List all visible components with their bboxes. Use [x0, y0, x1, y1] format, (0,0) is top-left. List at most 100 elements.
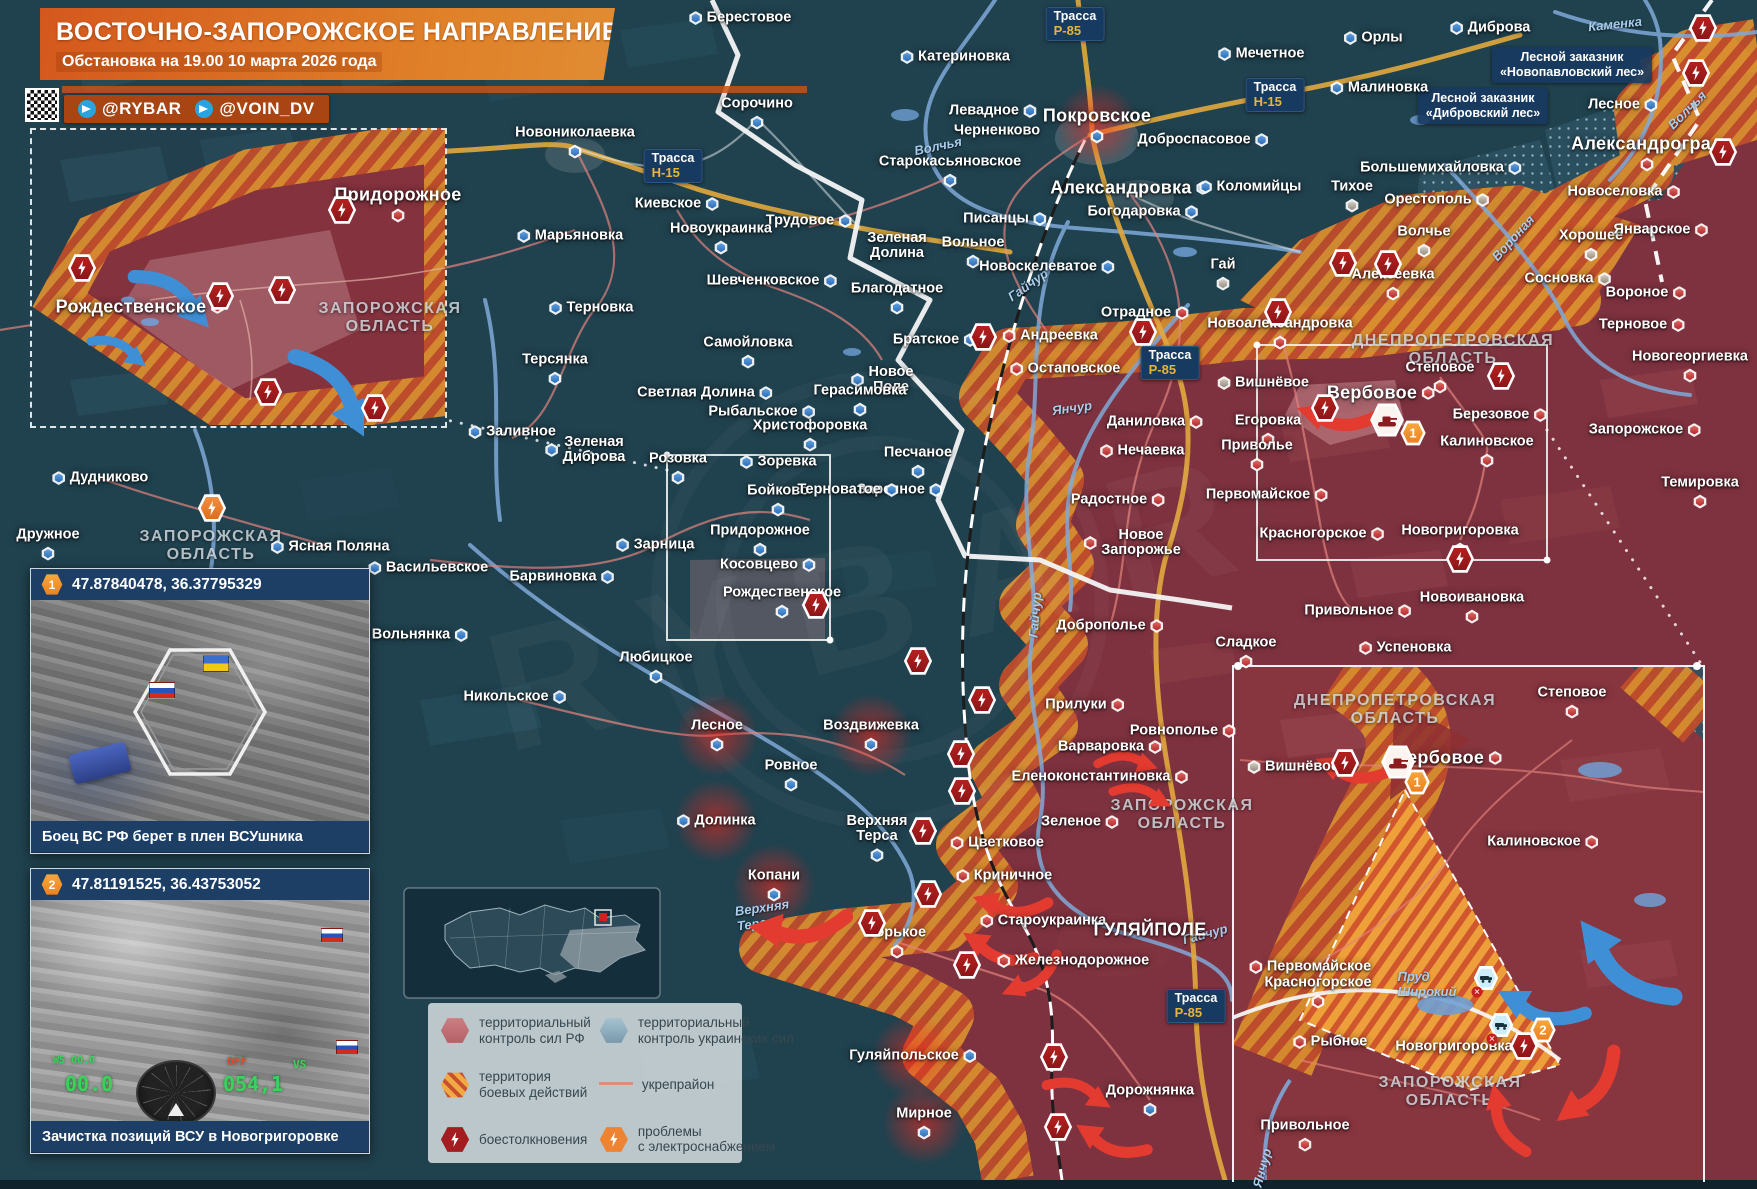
video-reference-badge: 1 [1400, 420, 1427, 447]
legend-label: территориальный контроль сил РФ [479, 1015, 591, 1046]
town-name: Успеновка [1377, 640, 1452, 655]
town-marker [1644, 98, 1658, 112]
town-marker [1148, 740, 1162, 754]
town-name: Привольное [1304, 603, 1393, 618]
battle-clash-icon [1688, 13, 1718, 43]
town-label: Первомайское [1206, 487, 1328, 502]
town-label: Катериновка [900, 49, 1010, 64]
town-marker [759, 386, 773, 400]
tank-hex [1372, 405, 1402, 435]
legend-item: укрепрайон [599, 1069, 794, 1100]
telegram-channel[interactable]: @VOIN_DV [195, 99, 314, 119]
battle-hex [916, 882, 940, 906]
tank-glyph [1387, 755, 1409, 770]
video-panel-2-badge: 2 [41, 874, 63, 896]
town-marker [1255, 133, 1269, 147]
town-label: Новое Запорожье [1083, 528, 1181, 558]
arrow-glyph [283, 330, 387, 455]
battle-clash-icon [67, 253, 97, 283]
lightning-icon [867, 916, 877, 931]
highway-badge: ТрассаР-85 [1167, 989, 1226, 1023]
battle-hex [949, 742, 973, 766]
town-label: Терноватое [797, 482, 898, 497]
town-marker [1585, 835, 1599, 849]
town-label: Новоивановка [1420, 590, 1524, 623]
town-label: Христофоровка [753, 418, 868, 451]
town-name: Покровское [1043, 107, 1151, 126]
legend-label: территориальный контроль украинских сил [638, 1015, 794, 1046]
power-outage-icon [197, 493, 227, 523]
town-name: Приволье [1221, 438, 1293, 453]
town-label: Богодаровка [1087, 204, 1198, 219]
lightning-icon [1691, 66, 1701, 81]
town-name: Криничное [974, 868, 1052, 883]
video-panel-2-coordinates: 47.81191525, 36.43753052 [72, 876, 261, 894]
town-marker [454, 628, 468, 642]
lightning-icon [1455, 552, 1465, 567]
town-name: Зоревка [757, 454, 816, 469]
town-label: Остаповское [1010, 361, 1121, 376]
town-marker [689, 11, 703, 25]
town-label: Вишнёвое [1247, 759, 1339, 774]
town-marker [568, 145, 582, 159]
town-marker [1314, 488, 1328, 502]
lightning-icon [1519, 1039, 1529, 1054]
town-marker [1371, 527, 1385, 541]
town-label: Гуляйпольское [849, 1048, 977, 1063]
lightning-icon [337, 203, 347, 218]
map-legend: территориальный контроль сил РФтерритори… [428, 1003, 742, 1163]
town-label: Калиновское [1440, 434, 1533, 467]
town-marker [714, 241, 728, 255]
town-marker [853, 403, 867, 417]
town-label: Верхняя Терса [847, 814, 908, 862]
town-name: Вольное [942, 235, 1005, 250]
town-name: Калиновское [1487, 834, 1580, 849]
legend-label: боестолкновения [479, 1132, 587, 1148]
town-name: Вольнянка [372, 627, 450, 642]
telegram-channel[interactable]: @RYBAR [78, 99, 181, 119]
town-marker [900, 50, 914, 64]
town-marker [549, 301, 563, 315]
town-name: Новогеоргиевка [1632, 349, 1748, 364]
town-marker [1239, 655, 1253, 669]
town-name: Песчаное [884, 445, 952, 460]
town-label: Привольное [1304, 603, 1411, 618]
video-panel-2: 2 47.81191525, 36.43753052 WS 00.0 00.0 … [30, 868, 370, 1154]
town-name: Ясная Поляна [288, 539, 389, 554]
battle-hex [1512, 1034, 1536, 1058]
legend-swatch-rf [440, 1017, 470, 1044]
battle-hex [1684, 61, 1708, 85]
town-label: Новоскелеватое [979, 259, 1115, 274]
destroyed-marker: ✕ [1472, 987, 1483, 998]
town-marker [1083, 536, 1097, 550]
town-name: Новоукраинка [670, 221, 772, 236]
legend-item: территориальный контроль украинских сил [599, 1015, 794, 1046]
town-marker [1666, 185, 1680, 199]
river-label: Пруд Широкий [1397, 969, 1456, 999]
river-label: Янчур [1051, 398, 1093, 418]
lightning-icon [370, 401, 380, 416]
town-label: Любицкое [619, 650, 692, 683]
town-label: Вороное [1606, 285, 1687, 300]
battle-hex [1042, 1045, 1066, 1069]
town-name: Терновое [1599, 317, 1667, 332]
town-name: Рыбное [1311, 1034, 1368, 1049]
town-marker [950, 836, 964, 850]
town-marker [750, 116, 764, 130]
tank-hex [1383, 747, 1413, 777]
town-name: Доброспасовое [1137, 132, 1250, 147]
town-marker [1359, 641, 1373, 655]
town-label: Воздвижевка [823, 718, 919, 751]
town-label: Косовцево [720, 557, 816, 572]
town-name: Герасимовка [813, 383, 906, 398]
town-name: Доброполье [1056, 618, 1145, 633]
town-name: Катериновка [918, 49, 1010, 64]
town-marker [705, 197, 719, 211]
town-marker [1217, 376, 1231, 390]
hud-vs-label: VS [293, 1058, 306, 1071]
battle-clash-icon [1681, 58, 1711, 88]
town-name: Первомайское [1267, 959, 1371, 974]
counterattack-arrow-blue [85, 319, 156, 382]
town-name: Никольское [463, 689, 548, 704]
lightning-icon [918, 824, 928, 839]
